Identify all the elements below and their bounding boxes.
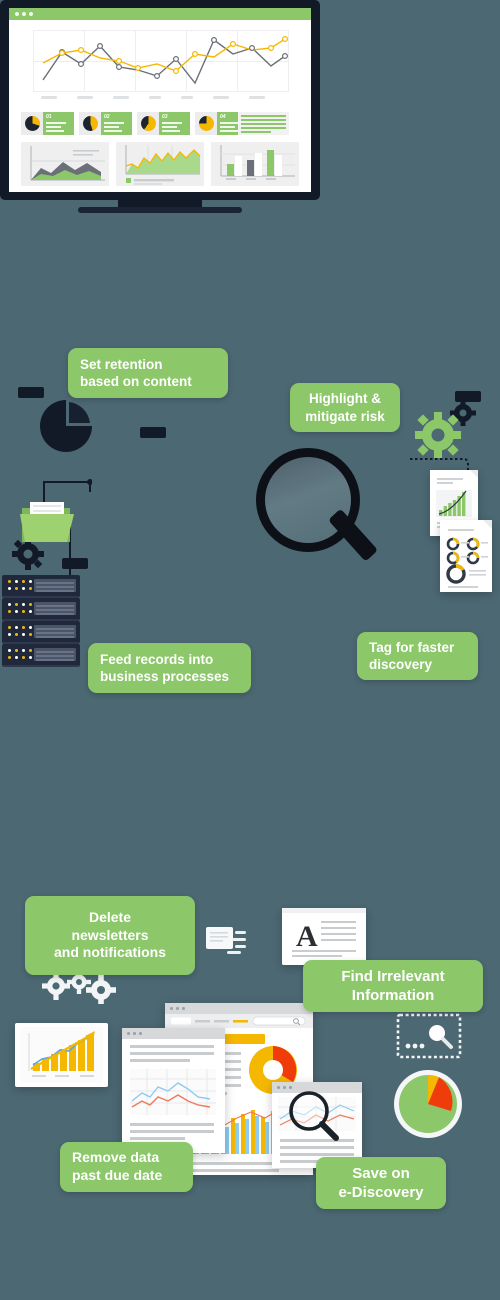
titlebar xyxy=(165,1003,313,1014)
callout-line: Feed records into xyxy=(100,651,214,667)
kpi-card[interactable]: 01 xyxy=(21,112,74,135)
decorative-bar xyxy=(18,387,44,398)
kpi-label: 04 xyxy=(220,114,226,120)
monitor-screen: 01 02 03 04 xyxy=(9,8,311,192)
desktop-monitor: 01 02 03 04 xyxy=(0,0,320,217)
callout-line: discovery xyxy=(369,657,433,672)
gear-icon xyxy=(42,970,124,1005)
callout-line: Delete xyxy=(88,908,132,925)
callout-delete-newsletters[interactable]: Delete newsletters and notifications xyxy=(25,896,195,975)
callout-line: Find Irrelevant xyxy=(341,967,445,985)
callout-feed-records[interactable]: Feed records into business processes xyxy=(88,643,251,693)
infographic-canvas: 01 02 03 04 Set retention based on conte… xyxy=(0,0,500,1300)
server-rack-icon xyxy=(2,575,80,667)
document-donut-report-icon xyxy=(440,520,492,592)
callout-line: Tag for faster xyxy=(369,639,455,655)
monitor-bezel: 01 02 03 04 xyxy=(0,0,320,200)
search-card-icon xyxy=(396,1013,462,1059)
document-icon: A xyxy=(282,908,366,965)
callout-line: Remove data xyxy=(72,1149,160,1166)
callout-line: newsletters xyxy=(71,926,149,943)
callout-line: Set retention xyxy=(80,356,163,372)
magnifier-icon xyxy=(256,448,379,593)
svg-text:A: A xyxy=(296,920,318,953)
donut-icon xyxy=(141,116,156,131)
donut-icon xyxy=(83,116,98,131)
area-chart-panel[interactable] xyxy=(21,142,109,186)
magnifier-icon xyxy=(289,1091,339,1141)
callout-line: e-Discovery xyxy=(338,1184,424,1201)
kpi-card[interactable]: 03 xyxy=(137,112,190,135)
bar-chart-card xyxy=(15,1023,108,1087)
callout-remove-past-due[interactable]: Remove data past due date xyxy=(60,1142,193,1192)
kpi-label: 03 xyxy=(162,114,168,120)
callout-line: past due date xyxy=(72,1167,163,1183)
callout-line: and notifications xyxy=(54,944,166,961)
callout-find-irrelevant[interactable]: Find Irrelevant Information xyxy=(303,960,483,1012)
pie-chart-icon xyxy=(392,1068,464,1140)
donut-icon xyxy=(25,116,40,131)
dashboard-titlebar xyxy=(9,8,311,20)
donut-icon xyxy=(199,116,214,131)
browser-window-icon[interactable] xyxy=(122,1028,225,1153)
callout-save-ediscovery[interactable]: Save on e-Discovery xyxy=(316,1157,446,1209)
browser-window-icon[interactable] xyxy=(272,1082,362,1168)
dashboard-line-chart xyxy=(33,30,289,99)
callout-set-retention[interactable]: Set retention based on content xyxy=(68,348,228,398)
titlebar xyxy=(122,1028,225,1039)
callout-line: based on content xyxy=(80,374,192,389)
column-chart-panel[interactable] xyxy=(211,142,299,186)
pie-chart-icon xyxy=(38,398,94,454)
gear-icon xyxy=(415,412,461,458)
monitor-base xyxy=(78,207,242,213)
callout-line: Highlight & xyxy=(309,391,381,407)
document-icon xyxy=(205,925,251,961)
decorative-bar xyxy=(140,427,166,438)
callout-line: business processes xyxy=(100,669,230,684)
kpi-label: 01 xyxy=(46,114,52,120)
callout-highlight-risk[interactable]: Highlight & mitigate risk xyxy=(290,383,400,432)
callout-line: mitigate risk xyxy=(305,408,385,424)
dashboard-list-panel xyxy=(238,112,289,135)
callout-tag-discovery[interactable]: Tag for faster discovery xyxy=(357,632,478,680)
kpi-card[interactable]: 02 xyxy=(79,112,132,135)
kpi-label: 02 xyxy=(104,114,110,120)
callout-line: Information xyxy=(351,987,435,1004)
spline-area-panel[interactable] xyxy=(116,142,204,186)
callout-line: Save on xyxy=(352,1164,410,1182)
folder-icon xyxy=(20,500,76,545)
